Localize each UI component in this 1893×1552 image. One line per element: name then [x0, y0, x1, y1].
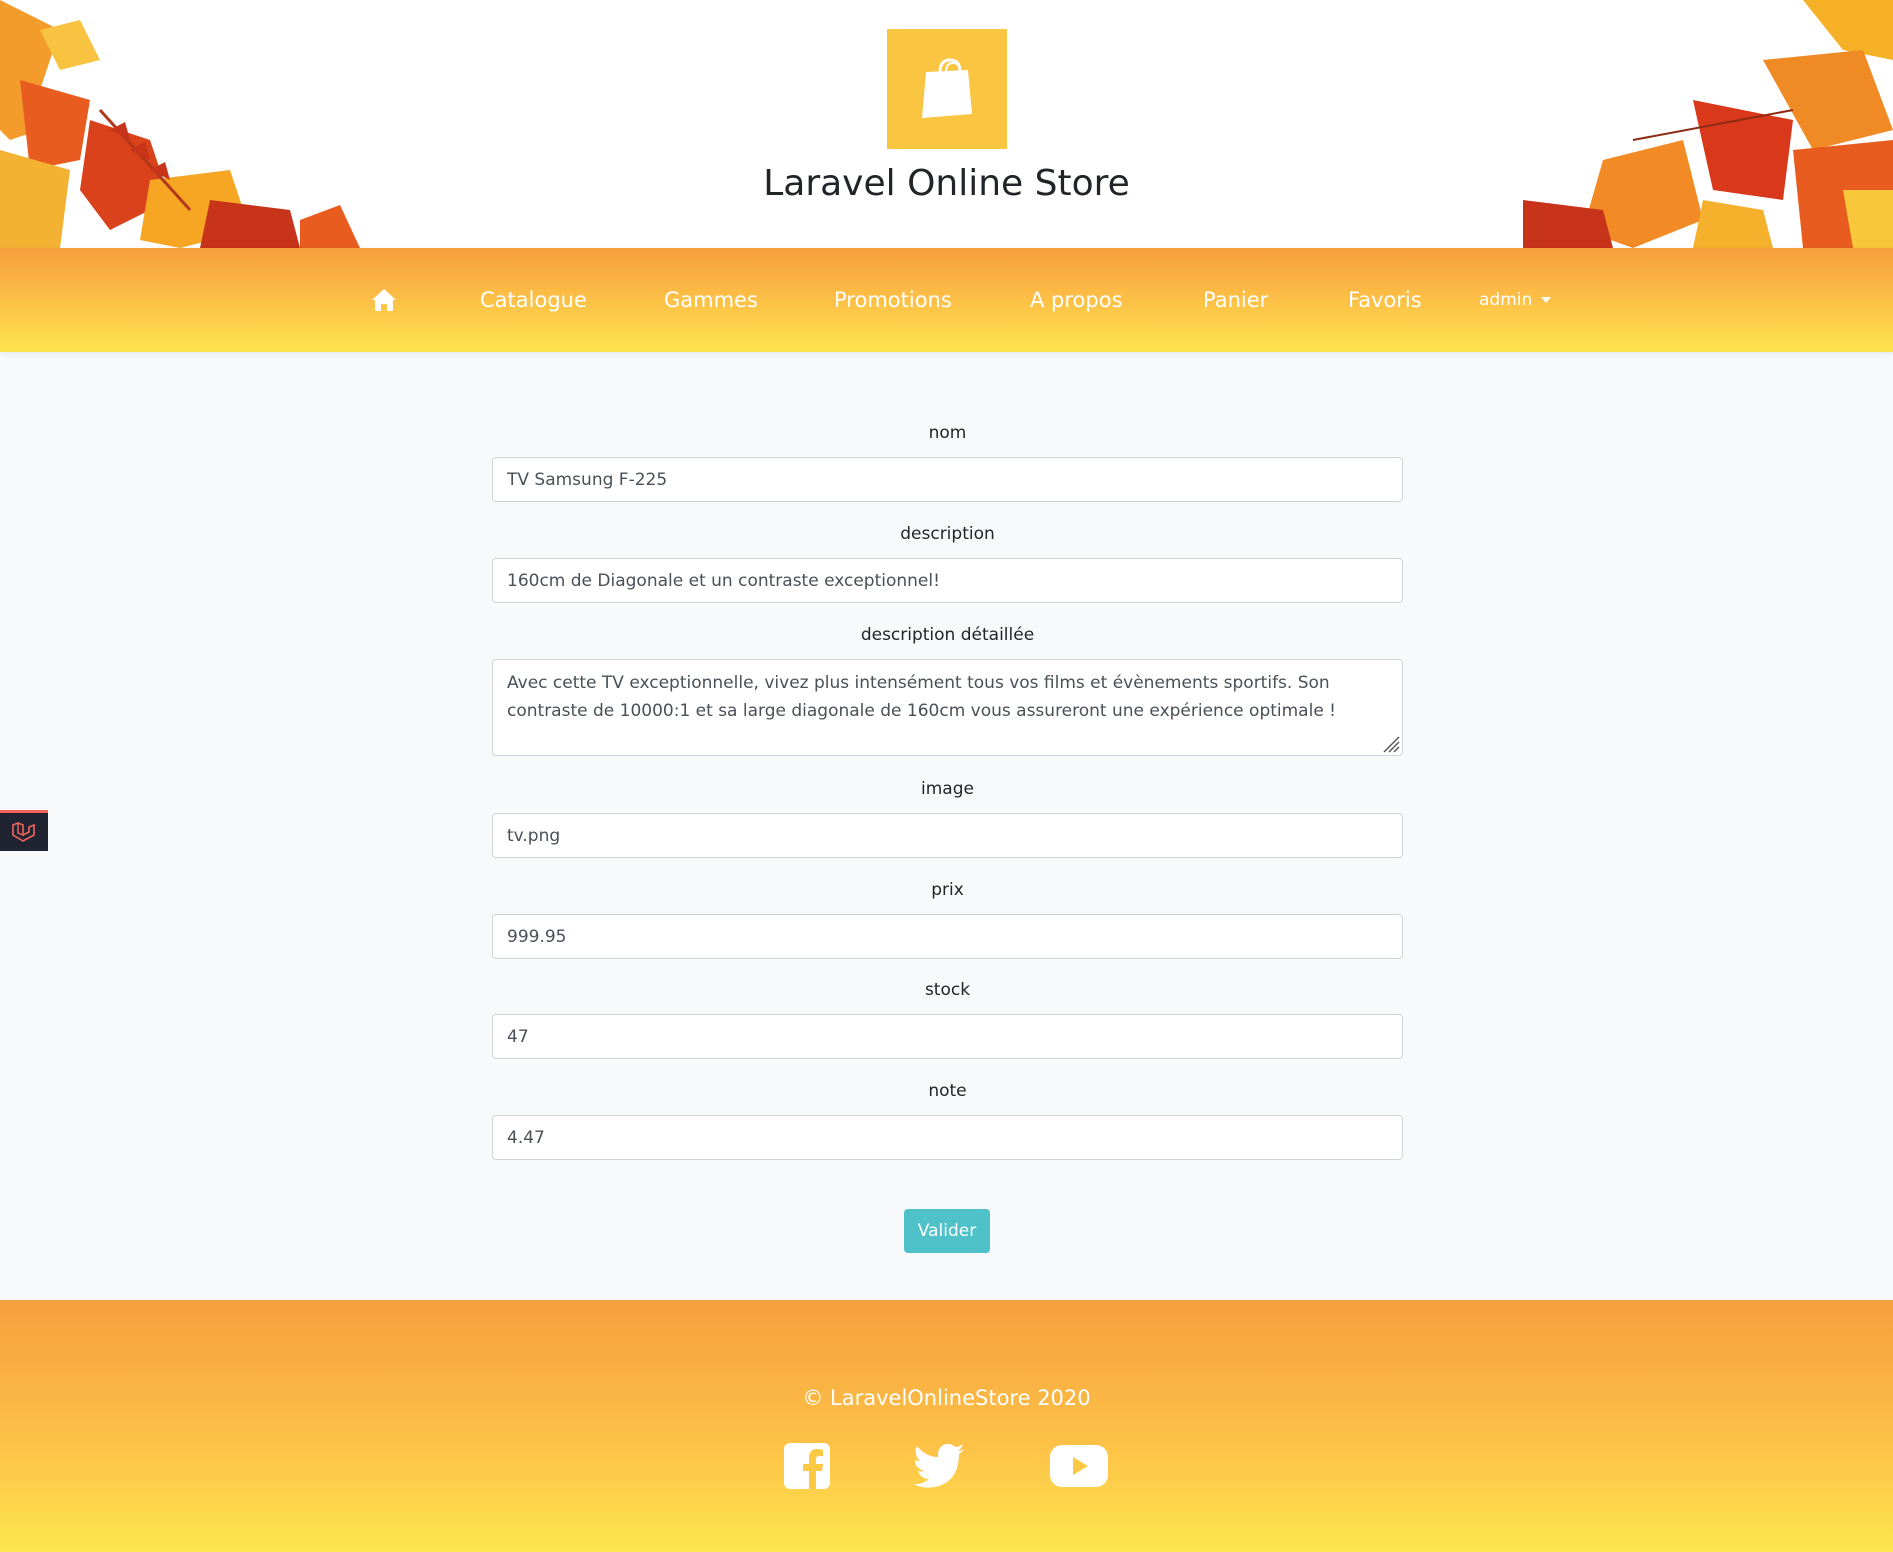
field-label-note: note — [928, 1081, 967, 1101]
image-input[interactable]: tv.png — [492, 813, 1403, 858]
nav-link-a-propos[interactable]: A propos — [1030, 248, 1123, 352]
nav-link-gammes[interactable]: Gammes — [664, 248, 758, 352]
description-detaillee-value: Avec cette TV exceptionnelle, vivez plus… — [507, 673, 1336, 721]
prix-input[interactable]: 999.95 — [492, 914, 1403, 959]
store-logo[interactable] — [887, 29, 1007, 149]
field-label-description: description — [900, 524, 995, 544]
description-input[interactable]: 160cm de Diagonale et un contraste excep… — [492, 558, 1403, 603]
description-detaillee-textarea[interactable]: Avec cette TV exceptionnelle, vivez plus… — [492, 659, 1403, 756]
field-label-description-detaillee: description détaillée — [860, 625, 1035, 645]
field-label-image: image — [921, 779, 974, 799]
description-input-value: 160cm de Diagonale et un contraste excep… — [507, 570, 940, 591]
site-header: Laravel Online Store — [0, 0, 1893, 248]
valider-button[interactable]: Valider — [904, 1209, 990, 1253]
home-icon — [372, 289, 396, 311]
field-label-nom: nom — [928, 423, 967, 443]
facebook-icon — [784, 1443, 830, 1489]
laravel-logo-icon — [12, 822, 35, 842]
youtube-link[interactable] — [1050, 1440, 1108, 1492]
user-menu-dropdown[interactable]: admin — [1479, 248, 1552, 352]
site-footer: © LaravelOnlineStore 2020 — [0, 1300, 1893, 1552]
note-input-value: 4.47 — [507, 1127, 545, 1148]
debugbar-toggle[interactable] — [0, 810, 48, 851]
field-label-stock: stock — [924, 980, 971, 1000]
nom-input-value: TV Samsung F-225 — [507, 469, 668, 490]
stock-input[interactable]: 47 — [492, 1014, 1403, 1059]
shopping-bag-icon — [922, 58, 972, 118]
image-input-value: tv.png — [507, 825, 561, 846]
nav-link-favoris[interactable]: Favoris — [1348, 248, 1422, 352]
nav-link-promotions[interactable]: Promotions — [834, 248, 952, 352]
prix-input-value: 999.95 — [507, 926, 567, 947]
nom-input[interactable]: TV Samsung F-225 — [492, 457, 1403, 502]
nav-link-catalogue[interactable]: Catalogue — [480, 248, 587, 352]
autumn-leaves-right-decoration — [1523, 0, 1893, 248]
stock-input-value: 47 — [507, 1026, 529, 1047]
main-navbar: Catalogue Gammes Promotions A propos Pan… — [0, 248, 1893, 352]
facebook-link[interactable] — [783, 1440, 831, 1492]
youtube-icon — [1050, 1445, 1108, 1487]
user-menu-label: admin — [1479, 290, 1533, 310]
autumn-leaves-left-decoration — [0, 0, 360, 248]
copyright-text: © LaravelOnlineStore 2020 — [802, 1386, 1091, 1410]
site-title[interactable]: Laravel Online Store — [0, 163, 1893, 204]
resize-handle-icon[interactable] — [1380, 733, 1400, 753]
nav-link-panier[interactable]: Panier — [1203, 248, 1268, 352]
chevron-down-icon — [1541, 297, 1552, 303]
note-input[interactable]: 4.47 — [492, 1115, 1403, 1160]
twitter-icon — [913, 1444, 964, 1488]
twitter-link[interactable] — [913, 1440, 965, 1492]
field-label-prix: prix — [931, 880, 964, 900]
nav-home-link[interactable] — [371, 248, 397, 352]
